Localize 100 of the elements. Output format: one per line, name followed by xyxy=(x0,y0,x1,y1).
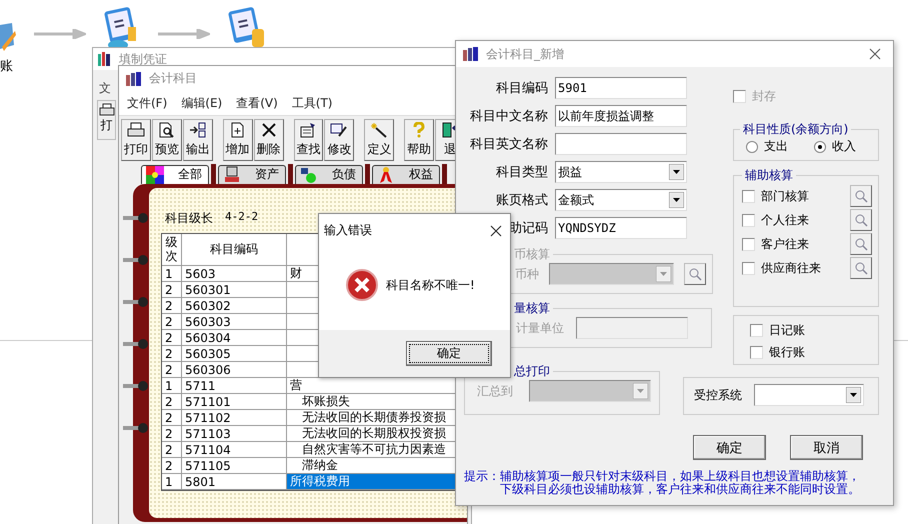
ring-icon xyxy=(123,380,149,392)
toolbar-button[interactable]: 定义 xyxy=(364,119,394,161)
dropdown-field[interactable]: 损益 xyxy=(555,161,687,183)
field-label: 币种 xyxy=(515,266,539,282)
checkbox[interactable] xyxy=(742,238,755,250)
table-cell: 所得税费用 xyxy=(290,473,350,490)
menu-item[interactable]: 编辑(E) xyxy=(181,94,222,112)
field-label: 科目英文名称 xyxy=(470,137,548,152)
arrow-icon xyxy=(34,29,86,39)
toolbar-button[interactable]: 删除 xyxy=(254,119,284,161)
toolbar-button[interactable]: 打印 xyxy=(121,119,151,161)
search-button[interactable] xyxy=(850,257,872,279)
checkbox-label: 个人往来 xyxy=(761,212,809,228)
table-cell: 571102 xyxy=(185,410,231,424)
checkbox[interactable] xyxy=(750,324,763,337)
table-cell-text: 自然灾害等不可抗力因素造 xyxy=(301,441,446,458)
checkbox[interactable] xyxy=(742,214,755,226)
close-icon[interactable] xyxy=(869,48,881,60)
search-icon xyxy=(854,189,868,203)
checkbox-label: 供应商往来 xyxy=(761,260,821,276)
dialog-button[interactable]: 确定 xyxy=(693,435,766,460)
search-button[interactable] xyxy=(850,185,872,207)
error-message: 科目名称不唯一! xyxy=(386,276,475,294)
toolbar-button[interactable]: 增加 xyxy=(222,119,253,161)
category-tab[interactable]: 资产 xyxy=(218,164,286,184)
search-button[interactable] xyxy=(684,263,706,285)
puzzle-icon xyxy=(146,166,164,184)
table-cell: 2 xyxy=(165,282,173,296)
table-cell: 1 xyxy=(165,266,173,280)
table-cell: 560305 xyxy=(185,346,231,360)
table-cell-text: 滞纳金 xyxy=(301,457,338,474)
checkbox-label: 部门核算 xyxy=(761,188,809,204)
table-cell: 1 xyxy=(165,378,173,392)
table-cell: 560306 xyxy=(185,362,231,376)
error-icon xyxy=(346,269,378,301)
tab-post xyxy=(442,164,447,184)
table-cell: 5603 xyxy=(185,266,216,280)
text-field[interactable] xyxy=(555,133,687,155)
table-cell: 财 xyxy=(290,265,302,282)
checkbox[interactable] xyxy=(742,262,755,274)
search-button[interactable] xyxy=(850,209,872,231)
toolbar-button[interactable]: 查找 xyxy=(294,119,324,161)
radio-label: 收入 xyxy=(832,138,856,155)
group-legend: 辅助核算 xyxy=(742,167,796,184)
table-cell-text: 无法收回的长期股权投资损 xyxy=(301,425,446,442)
unit-field[interactable] xyxy=(576,317,688,339)
table-cell: 营 xyxy=(290,377,302,394)
level-value: 4-2-2 xyxy=(225,210,258,225)
text-field[interactable]: YQNDSYDZ xyxy=(555,217,687,239)
menu-item[interactable]: 文件(F) xyxy=(127,94,168,112)
radio-label: 支出 xyxy=(764,138,788,155)
toolbar-button[interactable]: 修改 xyxy=(324,119,354,161)
ring-icon xyxy=(123,212,149,224)
table-cell: 5711 xyxy=(185,378,216,392)
checkbox[interactable] xyxy=(750,346,763,359)
delete-icon xyxy=(260,122,278,138)
ledger-icon[interactable] xyxy=(0,21,16,53)
checkbox[interactable] xyxy=(742,190,755,202)
text-field[interactable]: 5901 xyxy=(555,77,687,99)
dialog-title: 输入错误 xyxy=(324,222,372,239)
ok-button[interactable]: 确定 xyxy=(406,341,492,366)
dropdown-arrow-icon[interactable] xyxy=(669,192,684,208)
table-cell: 2 xyxy=(165,410,173,424)
toolbar-button[interactable]: 帮助 xyxy=(404,119,434,161)
radio-button[interactable] xyxy=(814,140,826,152)
books-icon xyxy=(462,46,480,62)
print-button[interactable]: 打 xyxy=(97,100,116,140)
dropdown-arrow-icon[interactable] xyxy=(669,164,684,180)
table-cell-text: 坏账损失 xyxy=(301,393,350,410)
search-button[interactable] xyxy=(850,233,872,255)
ring-icon xyxy=(123,422,149,434)
text-field[interactable]: 以前年度损益调整 xyxy=(555,105,687,127)
close-icon[interactable] xyxy=(490,224,502,236)
toolbar-button[interactable]: 预览 xyxy=(152,119,182,161)
table-cell: 571105 xyxy=(185,458,231,472)
field-label: 账页格式 xyxy=(496,193,548,208)
toolbar-button[interactable]: 输出 xyxy=(182,119,213,161)
field-label: 计量单位 xyxy=(516,320,564,336)
field-label: 受控系统 xyxy=(694,386,742,404)
printer-icon xyxy=(98,103,114,117)
dialog-button[interactable]: 取消 xyxy=(790,435,863,460)
magic-wand-icon xyxy=(370,122,388,138)
field-label: 汇总到 xyxy=(477,382,513,400)
group-legend: 科目性质(余额方向) xyxy=(740,121,852,138)
ring-icon xyxy=(123,254,149,266)
table-cell: 2 xyxy=(165,426,173,440)
table-cell: 571104 xyxy=(185,442,231,456)
find-icon xyxy=(299,122,318,138)
table-cell: 560302 xyxy=(185,298,231,312)
menu-item[interactable]: 文 xyxy=(99,81,111,95)
category-tab[interactable]: 全部 xyxy=(141,164,209,184)
window-title: 会计科目_新增 xyxy=(486,46,564,62)
menu-item[interactable]: 工具(T) xyxy=(292,94,332,112)
dropdown-field[interactable]: 金额式 xyxy=(555,189,687,211)
radio-button[interactable] xyxy=(746,140,758,152)
category-tab[interactable]: 负债 xyxy=(295,164,363,184)
menu-item[interactable]: 查看(V) xyxy=(236,94,278,112)
dropdown-arrow-icon[interactable] xyxy=(846,387,861,403)
table-cell: 2 xyxy=(165,314,173,328)
category-tab[interactable]: 权益 xyxy=(372,164,440,184)
